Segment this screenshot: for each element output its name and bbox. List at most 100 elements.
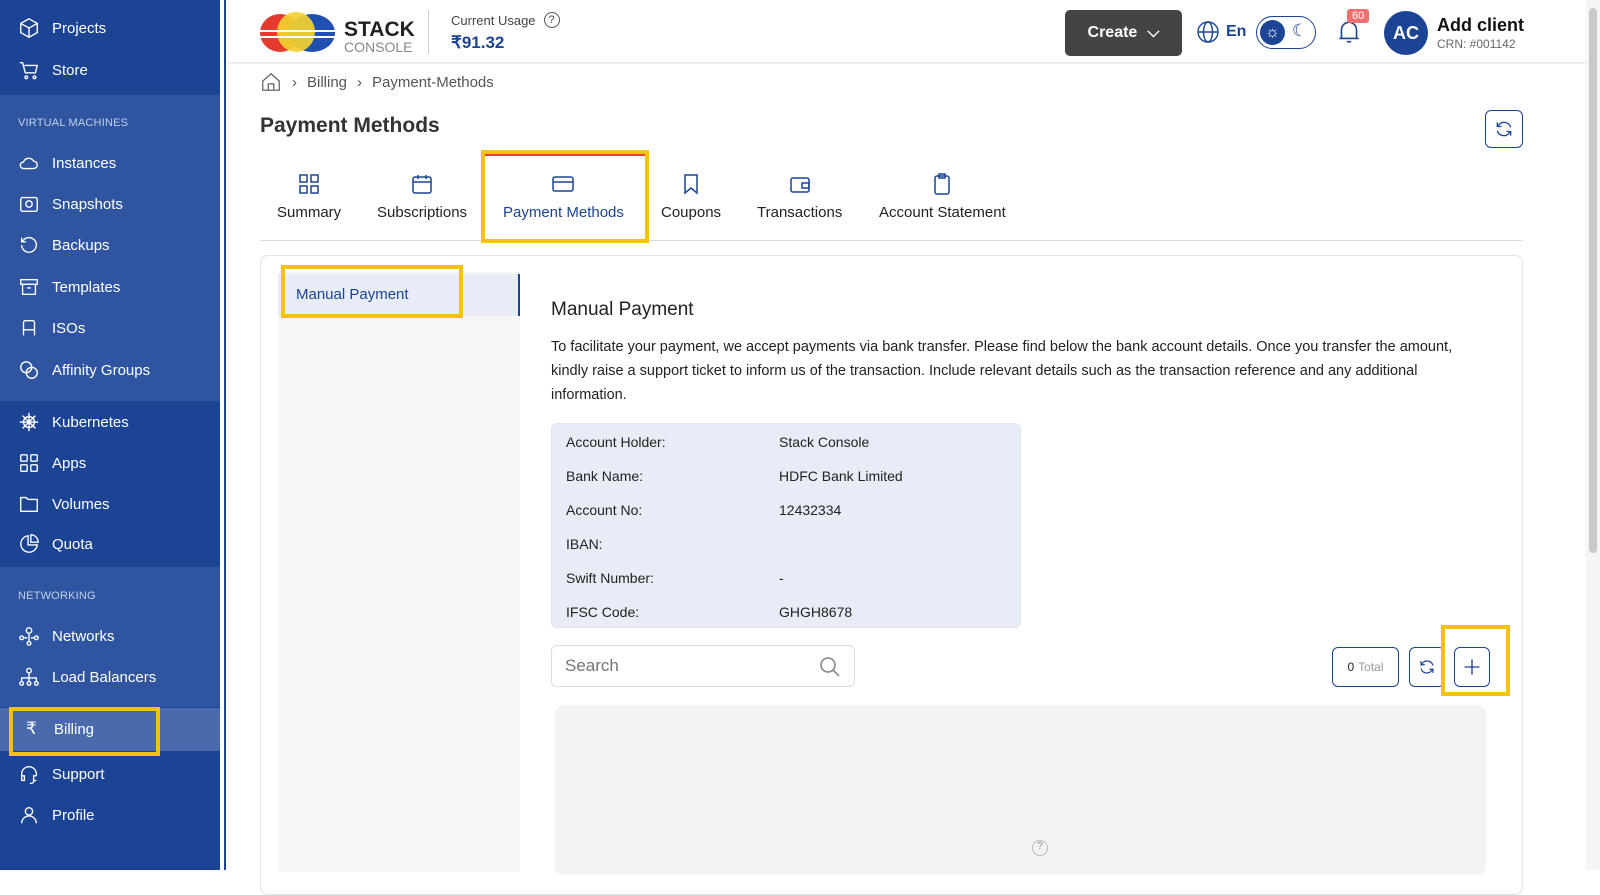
sidebar-item-backups[interactable]: Backups (18, 234, 110, 256)
refresh-list-button[interactable] (1409, 647, 1445, 687)
chevron-down-icon: ⌵ (1147, 24, 1160, 41)
sidebar-item-affinity-groups[interactable]: Affinity Groups (18, 359, 150, 381)
cart-icon (19, 61, 39, 80)
breadcrumb-payment-methods: Payment-Methods (372, 73, 494, 91)
sidebar-item-load-balancers[interactable]: Load Balancers (18, 666, 156, 688)
usage-value: ₹91.32 (451, 33, 505, 52)
tabs-divider (260, 240, 1523, 241)
language-label: En (1226, 23, 1247, 40)
bank-label: IFSC Code: (566, 604, 640, 620)
tab-transactions[interactable]: Transactions (757, 172, 842, 221)
folder-icon (20, 496, 38, 513)
user-name[interactable]: Add client (1437, 15, 1524, 36)
tab-label: Summary (277, 204, 342, 221)
bank-label: Swift Number: (566, 570, 654, 586)
bank-label: Bank Name: (566, 468, 644, 484)
side-menu (278, 272, 520, 872)
sidebar-item-networks[interactable]: Networks (18, 625, 115, 647)
total-number: 0 (1347, 660, 1355, 674)
sidebar-item-kubernetes[interactable]: Kubernetes (18, 411, 129, 433)
tab-label: Coupons (661, 204, 722, 221)
usage-label: Current Usage? (451, 12, 560, 28)
label: Support (52, 765, 105, 783)
bookmark-icon (684, 174, 698, 195)
notifications-button[interactable]: 60 (1336, 9, 1370, 51)
cloud-icon (19, 157, 38, 170)
empty-state-icon: ? (1032, 840, 1048, 856)
sidebar-item-profile[interactable]: Profile (18, 804, 95, 826)
add-payment-button[interactable] (1454, 647, 1490, 687)
camera-icon (20, 196, 38, 213)
total-count: 0 Total (1332, 647, 1399, 687)
tab-account-statement[interactable]: Account Statement (879, 172, 1006, 221)
page-title: Payment Methods (260, 114, 440, 137)
label: Volumes (52, 495, 110, 513)
refresh-page-button[interactable] (1485, 110, 1523, 148)
wallet-icon (789, 177, 810, 193)
sidebar-scrollbar[interactable] (220, 0, 226, 870)
empty-list-area: ? (555, 705, 1486, 875)
sidebar-item-instances[interactable]: Instances (18, 152, 116, 174)
usage-label-text: Current Usage (451, 12, 536, 28)
grid-icon (299, 174, 319, 194)
notification-badge: 60 (1347, 9, 1370, 23)
clipboard-icon (934, 173, 951, 195)
tab-coupons[interactable]: Coupons (661, 172, 721, 221)
sidebar-item-volumes[interactable]: Volumes (18, 493, 110, 515)
grid-icon (20, 454, 38, 472)
bank-value: - (779, 570, 784, 586)
scrollbar-thumb[interactable] (1589, 8, 1597, 553)
sidebar-item-billing[interactable]: ₹ Billing (26, 719, 94, 739)
headset-icon (20, 766, 38, 784)
page-scrollbar[interactable] (1586, 0, 1600, 870)
create-label: Create (1087, 24, 1138, 41)
tab-label: Account Statement (879, 204, 1006, 221)
sidebar-item-quota[interactable]: Quota (18, 533, 93, 555)
sidebar-item-projects[interactable]: Projects (18, 17, 106, 39)
sun-icon: ☼ (1260, 20, 1285, 45)
language-selector[interactable]: En (1196, 20, 1246, 44)
theme-toggle[interactable]: ☼ ☾ (1256, 16, 1316, 49)
avatar[interactable]: AC (1384, 11, 1428, 55)
bank-value: 12432334 (779, 502, 842, 518)
label: Load Balancers (52, 668, 157, 686)
tab-label: Transactions (757, 204, 843, 221)
side-menu-manual-payment[interactable]: Manual Payment (278, 274, 520, 316)
search-field[interactable] (551, 645, 855, 687)
sidebar-item-support[interactable]: Support (18, 763, 105, 785)
breadcrumb-billing[interactable]: Billing (307, 74, 347, 91)
sidebar-item-templates[interactable]: Templates (18, 276, 120, 298)
tab-subscriptions[interactable]: Subscriptions (377, 172, 467, 221)
search-icon[interactable] (818, 655, 842, 679)
refresh-icon (1420, 660, 1434, 674)
logo-mark (260, 12, 336, 52)
crn-label: CRN: #001142 (1437, 37, 1516, 51)
breadcrumb: › Billing › Payment-Methods (260, 71, 494, 93)
label: Affinity Groups (52, 361, 151, 379)
sidebar-item-snapshots[interactable]: Snapshots (18, 193, 123, 215)
cube-icon (20, 18, 38, 38)
tab-label: Payment Methods (503, 204, 624, 221)
label: Kubernetes (52, 413, 129, 431)
sidebar-item-apps[interactable]: Apps (18, 452, 86, 474)
tab-summary[interactable]: Summary (277, 172, 341, 221)
bank-label: IBAN: (566, 536, 603, 552)
globe-icon (1197, 21, 1219, 43)
tab-payment-methods[interactable]: Payment Methods (503, 172, 624, 221)
sidebar-item-isos[interactable]: ISOs (18, 317, 85, 339)
bank-label: Account No: (566, 502, 643, 518)
calendar-icon (412, 175, 432, 194)
tab-label: Subscriptions (377, 204, 468, 221)
sidebar-item-store[interactable]: Store (18, 59, 88, 81)
help-icon[interactable]: ? (543, 12, 560, 28)
archive-icon (20, 278, 38, 296)
helm-icon (19, 412, 39, 432)
moon-icon: ☾ (1292, 21, 1308, 40)
plus-icon (1464, 659, 1480, 675)
search-input[interactable] (565, 656, 805, 676)
label: Templates (52, 278, 121, 296)
create-button[interactable]: Create ⌵ (1065, 10, 1182, 56)
total-label: Total (1358, 660, 1384, 674)
home-icon[interactable] (260, 71, 282, 93)
network-icon (19, 627, 39, 646)
